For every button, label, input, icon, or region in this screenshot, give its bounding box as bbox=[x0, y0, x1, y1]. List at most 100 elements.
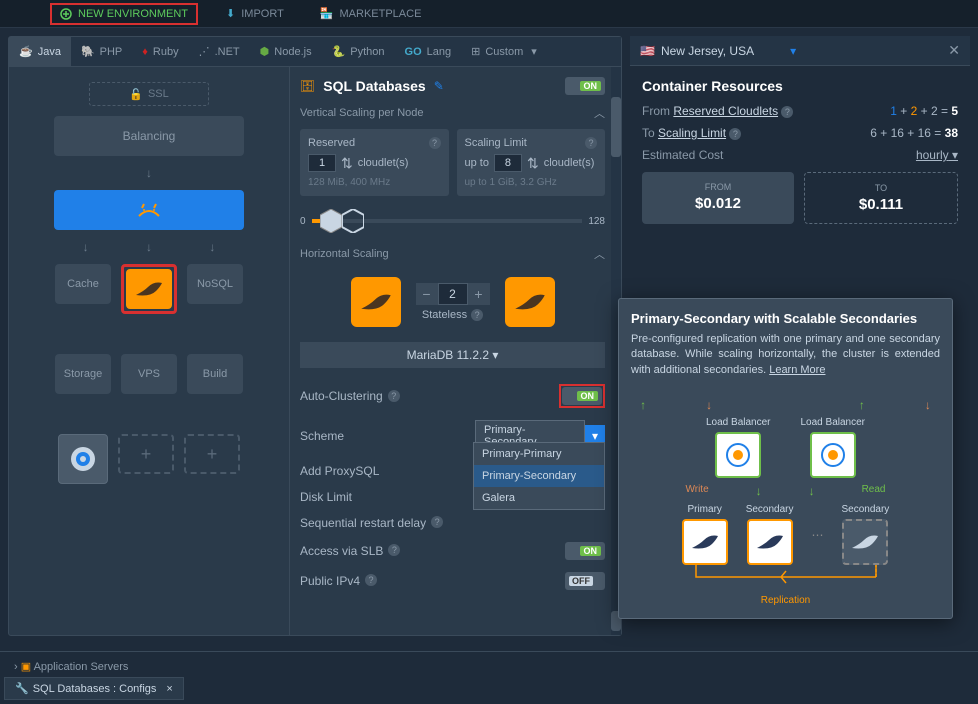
balancing-node[interactable]: Balancing bbox=[54, 116, 244, 156]
help-icon[interactable]: ? bbox=[365, 574, 377, 586]
cloudlet-slider[interactable]: 0 128 bbox=[300, 206, 605, 236]
add-node-button[interactable]: + bbox=[184, 434, 240, 474]
close-button[interactable]: ✕ bbox=[948, 42, 960, 59]
scaling-limit-box: Scaling Limit? up to ⇅ cloudlet(s) up to… bbox=[457, 129, 606, 196]
chevron-down-icon: ▾ bbox=[790, 44, 796, 58]
tab-php[interactable]: 🐘PHP bbox=[71, 37, 132, 66]
arrow-down-icon: ↓ bbox=[146, 166, 152, 180]
reserved-input[interactable] bbox=[308, 154, 336, 172]
slider-handle-icon[interactable] bbox=[320, 209, 342, 233]
tab-ruby[interactable]: ♦Ruby bbox=[132, 37, 188, 66]
horizontal-scaling-label: Horizontal Scaling bbox=[300, 248, 389, 260]
mariadb-icon bbox=[513, 290, 547, 314]
auto-cluster-toggle[interactable]: ON bbox=[562, 387, 602, 405]
tooltip-title: Primary-Secondary with Scalable Secondar… bbox=[631, 311, 940, 326]
help-icon[interactable]: ? bbox=[429, 137, 441, 149]
node-count-input[interactable] bbox=[438, 283, 468, 305]
help-icon[interactable]: ? bbox=[388, 390, 400, 402]
cost-period-select[interactable]: hourly ▾ bbox=[916, 148, 958, 162]
reserved-box: Reserved? ⇅ cloudlet(s) 128 MiB, 400 MHz bbox=[300, 129, 449, 196]
tab-java[interactable]: ☕Java bbox=[9, 37, 71, 66]
cost-to: TO $0.111 bbox=[804, 172, 958, 224]
ipv4-label: Public IPv4 bbox=[300, 574, 360, 588]
arrow-down-icon: ↓ bbox=[209, 240, 215, 254]
stepper-icon[interactable]: ⇅ bbox=[527, 155, 539, 172]
reserved-link[interactable]: Reserved Cloudlets bbox=[673, 104, 778, 118]
limit-input[interactable] bbox=[494, 154, 522, 172]
arrow-down-icon: ↓ bbox=[83, 240, 89, 254]
collapse-icon[interactable]: ︿ bbox=[594, 105, 605, 121]
flag-icon: 🇺🇸 bbox=[640, 44, 655, 58]
ipv4-toggle[interactable]: OFF bbox=[565, 572, 605, 590]
vps-node[interactable]: VPS bbox=[121, 354, 177, 394]
secondary-scalable-node bbox=[842, 519, 888, 565]
close-tab-icon[interactable]: × bbox=[166, 683, 172, 695]
help-icon[interactable]: ? bbox=[729, 128, 741, 140]
scheme-label: Scheme bbox=[300, 429, 344, 443]
sql-node[interactable] bbox=[126, 269, 172, 309]
slb-toggle[interactable]: ON bbox=[565, 542, 605, 560]
add-node-button[interactable]: + bbox=[118, 434, 174, 474]
limit-link[interactable]: Scaling Limit bbox=[658, 126, 726, 140]
slider-handle-icon[interactable] bbox=[342, 209, 364, 233]
decrement-button[interactable]: − bbox=[416, 283, 438, 305]
collapse-icon[interactable]: ︿ bbox=[594, 246, 605, 262]
tab-dotnet[interactable]: ⋰.NET bbox=[189, 37, 250, 66]
storage-node[interactable]: Storage bbox=[55, 354, 111, 394]
primary-node bbox=[682, 519, 728, 565]
tab-custom[interactable]: ⊞Custom▾ bbox=[461, 37, 547, 66]
resources-title: Container Resources bbox=[642, 78, 958, 94]
marketplace-icon: 🏪 bbox=[320, 7, 334, 20]
tomcat-icon bbox=[134, 198, 164, 222]
mariadb-icon bbox=[134, 279, 164, 299]
help-icon[interactable]: ? bbox=[585, 137, 597, 149]
wrench-icon: 🔧 bbox=[15, 682, 29, 695]
hscale-node bbox=[351, 277, 401, 327]
edit-icon[interactable]: ✎ bbox=[434, 79, 444, 93]
ruby-icon: ♦ bbox=[142, 46, 148, 58]
scheme-dropdown: Primary-Primary Primary-Secondary Galera bbox=[473, 442, 605, 510]
tree-item[interactable]: › ▣ Application Servers bbox=[4, 656, 974, 677]
scheme-option[interactable]: Primary-Primary bbox=[474, 443, 604, 465]
cache-node[interactable]: Cache bbox=[55, 264, 111, 304]
disk-limit-label: Disk Limit bbox=[300, 490, 352, 504]
learn-more-link[interactable]: Learn More bbox=[769, 364, 825, 376]
environment-panel: ☕Java 🐘PHP ♦Ruby ⋰.NET ⬢Node.js 🐍Python … bbox=[8, 36, 622, 636]
db-version-select[interactable]: MariaDB 11.2.2 ▾ bbox=[300, 342, 605, 368]
stepper-icon[interactable]: ⇅ bbox=[341, 155, 353, 172]
help-icon[interactable]: ? bbox=[431, 516, 443, 528]
sql-toggle[interactable]: ON bbox=[565, 77, 605, 95]
plus-icon: + bbox=[141, 444, 152, 465]
ssl-toggle[interactable]: 🔓 SSL bbox=[89, 82, 209, 106]
help-icon[interactable]: ? bbox=[471, 309, 483, 321]
go-icon: GO bbox=[405, 46, 422, 58]
increment-button[interactable]: + bbox=[468, 283, 490, 305]
vertical-scaling-label: Vertical Scaling per Node bbox=[300, 107, 424, 119]
build-node[interactable]: Build bbox=[187, 354, 243, 394]
region-select[interactable]: 🇺🇸 New Jersey, USA ▾ bbox=[640, 44, 796, 58]
tab-nodejs[interactable]: ⬢Node.js bbox=[250, 37, 322, 66]
config-panel: 🗄 SQL Databases ✎ ON Vertical Scaling pe… bbox=[289, 67, 621, 635]
appserver-node[interactable] bbox=[54, 190, 244, 230]
help-icon[interactable]: ? bbox=[388, 544, 400, 556]
php-icon: 🐘 bbox=[81, 45, 95, 58]
tab-go[interactable]: GOLang bbox=[395, 37, 462, 66]
circle-icon bbox=[69, 445, 97, 473]
extra-node[interactable] bbox=[58, 434, 108, 484]
tooltip-desc: Pre-configured replication with one prim… bbox=[631, 332, 940, 378]
help-icon[interactable]: ? bbox=[781, 106, 793, 118]
marketplace-button[interactable]: 🏪 MARKETPLACE bbox=[312, 4, 430, 23]
import-button[interactable]: ⬇ IMPORT bbox=[218, 4, 292, 23]
tab-python[interactable]: 🐍Python bbox=[322, 37, 395, 66]
python-icon: 🐍 bbox=[332, 45, 346, 58]
bottom-tab[interactable]: 🔧 SQL Databases : Configs × bbox=[4, 677, 184, 700]
lb-node bbox=[715, 432, 761, 478]
new-environment-button[interactable]: NEW ENVIRONMENT bbox=[50, 3, 198, 25]
database-icon: 🗄 bbox=[300, 79, 315, 93]
secondary-node bbox=[747, 519, 793, 565]
scheme-option[interactable]: Primary-Secondary bbox=[474, 465, 604, 487]
cost-from: FROM $0.012 bbox=[642, 172, 794, 224]
scheme-option[interactable]: Galera bbox=[474, 487, 604, 509]
nosql-node[interactable]: NoSQL bbox=[187, 264, 243, 304]
dotnet-icon: ⋰ bbox=[199, 45, 210, 58]
